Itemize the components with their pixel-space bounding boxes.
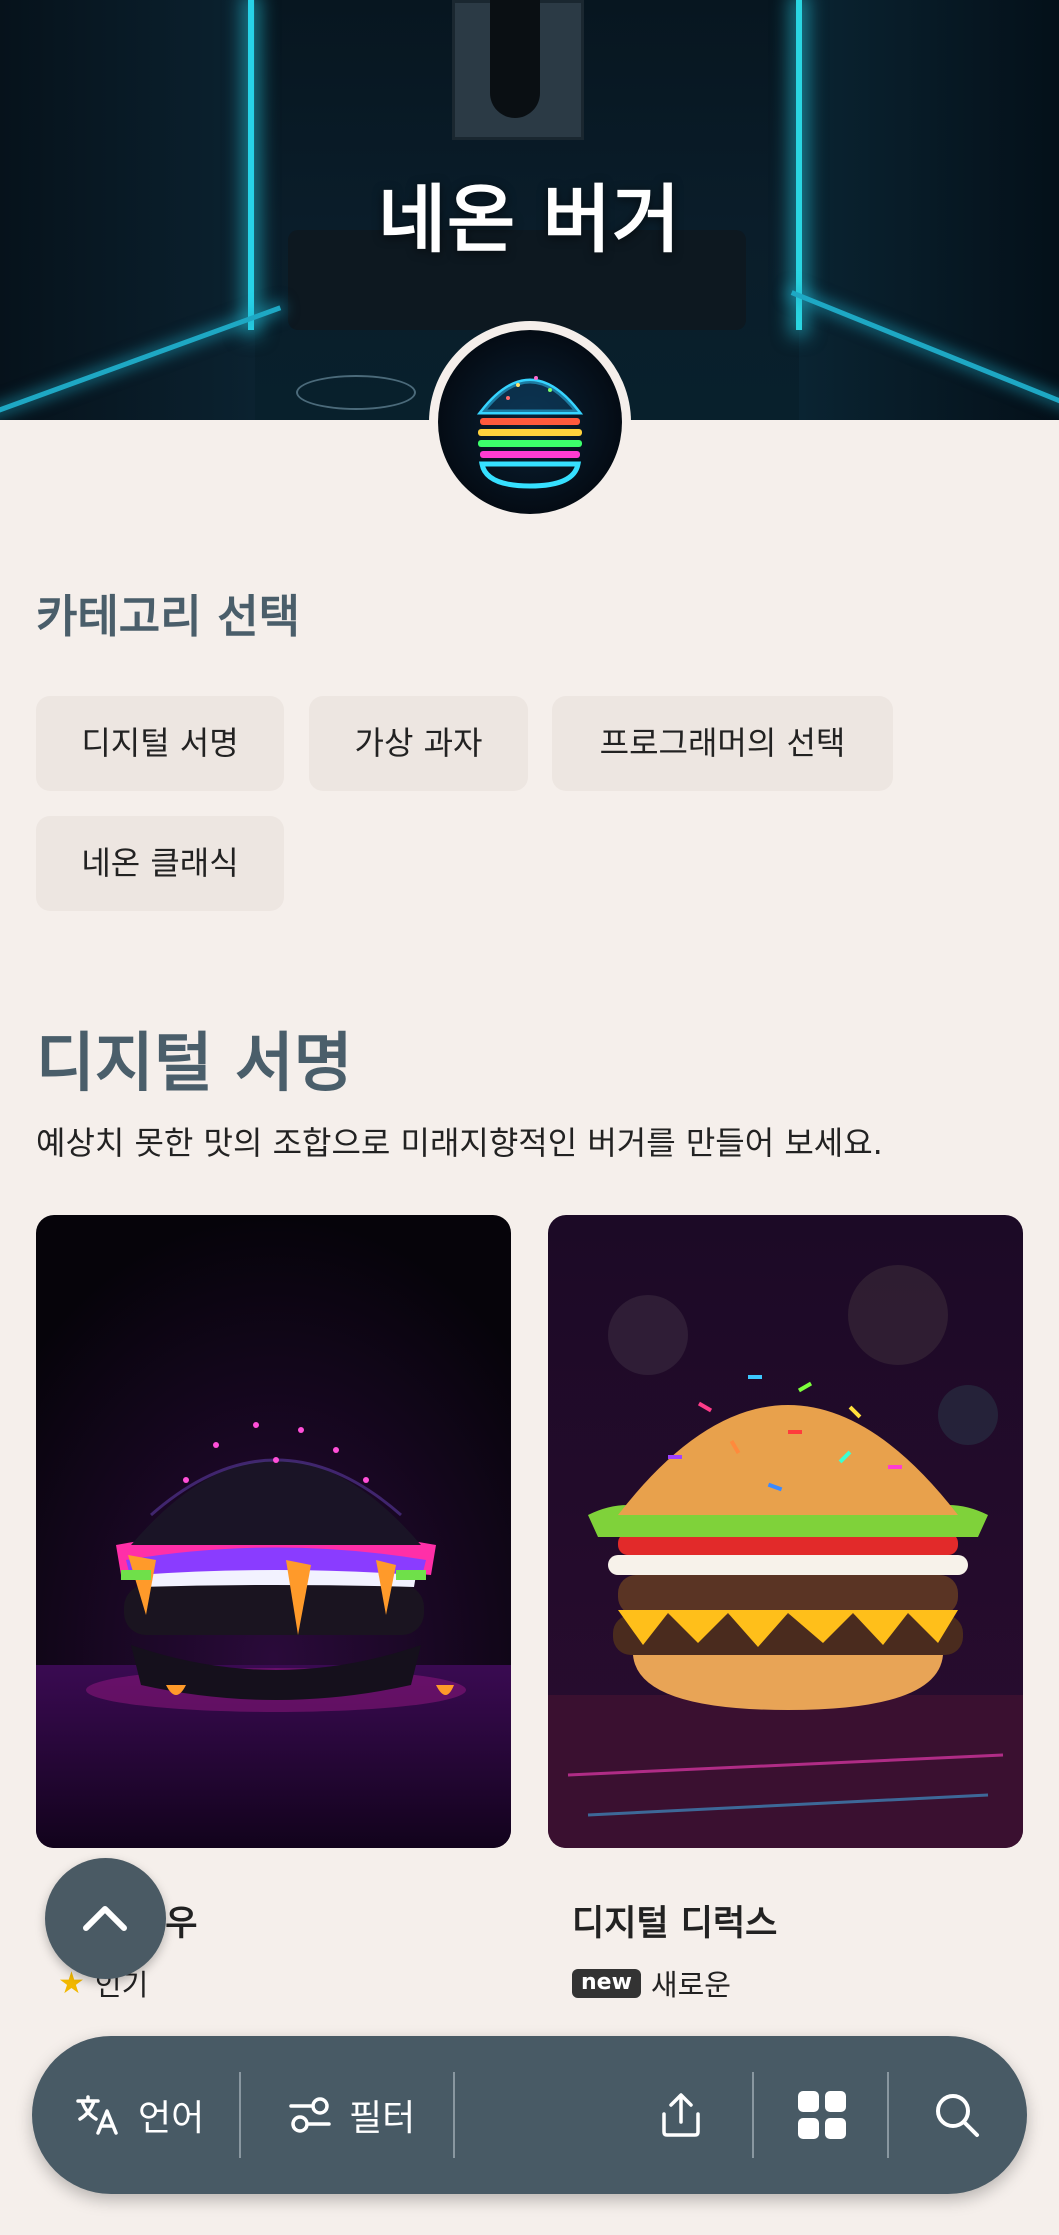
scroll-to-top-button[interactable]	[45, 1858, 166, 1979]
separator	[752, 2072, 754, 2158]
page-title: 네온 버거	[377, 177, 682, 263]
hero-frame-figure	[490, 0, 540, 118]
chip-programmers-choice[interactable]: 프로그래머의 선택	[552, 696, 893, 791]
neon-burger-logo-icon	[438, 330, 622, 514]
translate-icon	[76, 2095, 118, 2135]
bottom-toolbar: 언어 필터	[32, 2036, 1027, 2194]
share-button[interactable]	[656, 2036, 706, 2194]
separator	[239, 2072, 241, 2158]
card-image-rainbow-burger[interactable]	[548, 1215, 1023, 1848]
filter-icon	[289, 2097, 331, 2133]
category-heading: 카테고리 선택	[36, 590, 301, 643]
grid-view-button[interactable]	[796, 2036, 848, 2194]
card-title[interactable]: 디지털 디럭스	[572, 1895, 777, 1946]
card-image-black-burger[interactable]	[36, 1215, 511, 1848]
language-label: 언어	[138, 2098, 205, 2139]
language-button[interactable]: 언어	[74, 2036, 204, 2194]
filter-button[interactable]: 필터	[287, 2036, 415, 2194]
separator	[887, 2072, 889, 2158]
filter-label: 필터	[349, 2098, 416, 2139]
brand-logo	[429, 321, 631, 523]
section-description: 예상치 못한 맛의 조합으로 미래지향적인 버거를 만들어 보세요.	[36, 1124, 883, 1162]
section-title: 디지털 서명	[36, 1027, 353, 1101]
grid-icon	[798, 2091, 846, 2139]
chevron-up-icon	[83, 1906, 127, 1931]
badge-text: 새로운	[650, 1968, 731, 2002]
card-badge-new: new 새로운	[572, 1962, 731, 2004]
chip-digital-signature[interactable]: 디지털 서명	[36, 696, 284, 791]
new-badge: new	[572, 1968, 641, 1998]
chip-virtual-snack[interactable]: 가상 과자	[309, 696, 528, 791]
search-icon	[936, 2094, 979, 2137]
search-button[interactable]	[932, 2036, 982, 2194]
separator	[453, 2072, 455, 2158]
hero-table	[296, 375, 416, 410]
share-icon	[662, 2093, 700, 2137]
chip-neon-classic[interactable]: 네온 클래식	[36, 816, 284, 911]
